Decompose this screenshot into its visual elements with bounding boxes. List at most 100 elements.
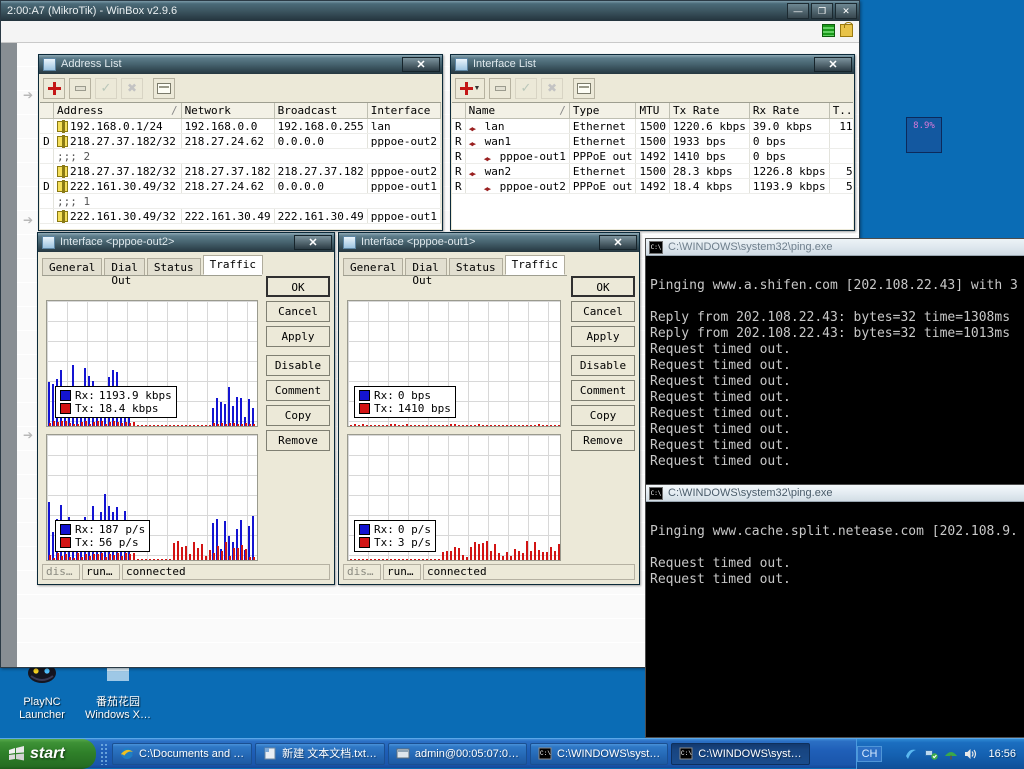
table-row[interactable]: Rwan2Ethernet150028.3 kbps1226.8 kbps561…	[452, 163, 853, 179]
taskbar-clock[interactable]: 16:56	[988, 748, 1016, 760]
ok-button[interactable]: OK	[266, 276, 330, 297]
console-window-shifen[interactable]: C:\ C:\WINDOWS\system32\ping.exe Pinging…	[645, 238, 1024, 488]
apply-button[interactable]: Apply	[266, 326, 330, 347]
ok-button[interactable]: OK	[571, 276, 635, 297]
taskbar-button[interactable]: C:\ C:\WINDOWS\syst…	[530, 742, 669, 765]
col-broadcast[interactable]: Broadcast	[274, 103, 368, 119]
col-rx-rate[interactable]: Rx Rate	[749, 103, 830, 119]
tab-dial-out[interactable]: Dial Out	[405, 258, 447, 287]
maximize-button[interactable]: ❐	[811, 3, 833, 19]
copy-button[interactable]: Copy	[571, 405, 635, 426]
enable-button[interactable]: ✓	[515, 77, 537, 99]
enable-button[interactable]: ✓	[95, 77, 117, 99]
desktop-icon-plaync[interactable]: PlayNC Launcher	[4, 662, 80, 722]
table-row[interactable]: D 218.27.37.182/32 218.27.24.62 0.0.0.0 pppo…	[40, 133, 441, 149]
cancel-button[interactable]: Cancel	[266, 301, 330, 322]
interface-pppoe-out2-window[interactable]: Interface <pppoe-out2> ✕ General Dial Ou…	[37, 232, 335, 585]
col-mtu[interactable]: MTU	[635, 103, 670, 119]
col-type[interactable]: Type	[569, 103, 637, 119]
pppoe-out2-titlebar[interactable]: Interface <pppoe-out2> ✕	[38, 233, 334, 252]
lock-icon[interactable]	[840, 22, 853, 37]
taskbar-button[interactable]: admin@00:05:07:0…	[387, 742, 528, 765]
col-tx-packets[interactable]: T...	[829, 103, 853, 119]
col-name[interactable]: Name /	[465, 103, 570, 119]
taskbar-grip[interactable]	[100, 742, 108, 765]
table-row[interactable]: ;;; 2	[40, 148, 441, 164]
network-icon[interactable]	[924, 747, 939, 761]
grid-icon[interactable]	[822, 24, 835, 37]
console-netease-titlebar[interactable]: C:\ C:\WINDOWS\system32\ping.exe	[646, 485, 1024, 502]
interface-list-table[interactable]: Name / Type MTU Tx Rate Rx Rate T... R..…	[452, 102, 853, 229]
console-window-netease[interactable]: C:\ C:\WINDOWS\system32\ping.exe Pinging…	[645, 484, 1024, 738]
table-row[interactable]: Rwan1Ethernet15001933 bps0 bps30	[452, 133, 853, 149]
graph-bar-tx	[125, 553, 127, 560]
tab-general[interactable]: General	[343, 258, 404, 275]
disable-button[interactable]: Disable	[266, 355, 330, 376]
messenger-icon[interactable]	[904, 747, 918, 761]
tab-traffic[interactable]: Traffic	[202, 255, 263, 275]
taskbar-button[interactable]: C:\ C:\WINDOWS\syst…	[671, 742, 810, 765]
start-button[interactable]: start	[0, 738, 96, 769]
table-row[interactable]: 222.161.30.49/32 222.161.30.49 222.161.30.…	[40, 208, 441, 224]
table-row[interactable]: Rpppoe-out1PPPoE out14921410 bps0 bps30	[452, 148, 853, 164]
tx-color-swatch	[359, 537, 370, 548]
pppoe-out1-close-button[interactable]: ✕	[599, 235, 637, 250]
winbox-titlebar[interactable]: 2:00:A7 (MikroTik) - WinBox v2.9.6 — ❐ ✕	[1, 1, 859, 21]
table-row[interactable]: Rpppoe-out2PPPoE out149218.4 kbps1193.9 …	[452, 178, 853, 194]
tab-status[interactable]: Status	[146, 258, 201, 275]
comment-button[interactable]	[153, 77, 175, 99]
graph-bar-tx	[57, 422, 59, 426]
cancel-button[interactable]: Cancel	[571, 301, 635, 322]
table-row[interactable]: RlanEthernet15001220.6 kbps39.0 kbps1156…	[452, 118, 853, 134]
comment-button[interactable]: Comment	[266, 380, 330, 401]
col-interface[interactable]: Interface	[367, 103, 441, 119]
interface-pppoe-out1-window[interactable]: Interface <pppoe-out1> ✕ General Dial Ou…	[338, 232, 640, 585]
ime-indicator[interactable]: CH	[856, 745, 883, 762]
tab-traffic[interactable]: Traffic	[504, 255, 565, 275]
taskbar-button[interactable]: C:\Documents and …	[112, 742, 253, 765]
comment-button[interactable]	[573, 77, 595, 99]
update-icon[interactable]	[944, 747, 958, 761]
tab-status[interactable]: Status	[448, 258, 503, 275]
table-row[interactable]: 218.27.37.182/32 218.27.37.182 218.27.37.1…	[40, 163, 441, 179]
tab-general[interactable]: General	[42, 258, 103, 275]
interface-list-titlebar[interactable]: Interface List ✕	[451, 55, 854, 74]
console-shifen-titlebar[interactable]: C:\ C:\WINDOWS\system32\ping.exe	[646, 239, 1024, 256]
remove-button[interactable]	[69, 77, 91, 99]
interface-list-close-button[interactable]: ✕	[814, 57, 852, 72]
col-flag[interactable]	[452, 103, 466, 119]
bandwidth-widget[interactable]: 8.9%	[906, 117, 942, 153]
pppoe-out1-titlebar[interactable]: Interface <pppoe-out1> ✕	[339, 233, 639, 252]
col-flag[interactable]	[40, 103, 54, 119]
comment-button[interactable]: Comment	[571, 380, 635, 401]
interface-list-window[interactable]: Interface List ✕ ▼ ✓ ✖ Name / Type MTU T…	[450, 54, 855, 231]
disable-button[interactable]: ✖	[121, 77, 143, 99]
table-row[interactable]: 192.168.0.1/24 192.168.0.0 192.168.0.255 la…	[40, 118, 441, 134]
add-button[interactable]	[43, 77, 65, 99]
disable-button[interactable]: ✖	[541, 77, 563, 99]
table-row[interactable]: D 222.161.30.49/32 218.27.24.62 0.0.0.0 pppo…	[40, 178, 441, 194]
col-tx-rate[interactable]: Tx Rate	[669, 103, 750, 119]
pppoe-out2-close-button[interactable]: ✕	[294, 235, 332, 250]
add-button[interactable]: ▼	[455, 77, 485, 99]
col-address[interactable]: Address /	[53, 103, 182, 119]
minimize-button[interactable]: —	[787, 3, 809, 19]
taskbar-button[interactable]: 新建 文本文档.txt…	[255, 742, 385, 765]
apply-button[interactable]: Apply	[571, 326, 635, 347]
copy-button[interactable]: Copy	[266, 405, 330, 426]
tab-dial-out[interactable]: Dial Out	[104, 258, 145, 287]
address-list-titlebar[interactable]: Address List ✕	[39, 55, 442, 74]
remove-button[interactable]: Remove	[571, 430, 635, 451]
desktop-icon-fanqie[interactable]: 番茄花园 Windows X…	[80, 662, 156, 722]
address-list-table[interactable]: Address / Network Broadcast Interface 19…	[40, 102, 441, 229]
volume-icon[interactable]	[964, 747, 978, 761]
remove-button[interactable]: Remove	[266, 430, 330, 451]
address-list-close-button[interactable]: ✕	[402, 57, 440, 72]
col-network[interactable]: Network	[181, 103, 275, 119]
address-list-window[interactable]: Address List ✕ ✓ ✖ Address / Network Bro…	[38, 54, 443, 231]
windows-flag-icon	[8, 746, 25, 761]
remove-button[interactable]	[489, 77, 511, 99]
close-button[interactable]: ✕	[835, 3, 857, 19]
table-row[interactable]: ;;; 1	[40, 193, 441, 209]
disable-button[interactable]: Disable	[571, 355, 635, 376]
